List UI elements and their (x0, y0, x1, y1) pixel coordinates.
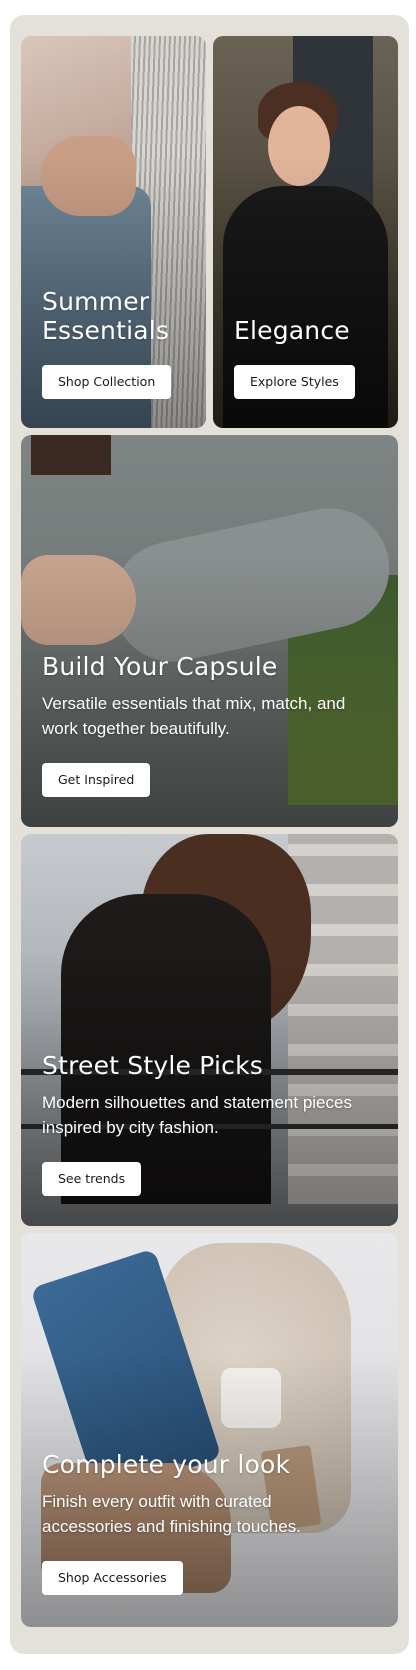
card-title: Summer Essentials (42, 287, 170, 345)
card-street-style-picks: Street Style Picks Modern silhouettes an… (21, 834, 398, 1226)
card-title: Build Your Capsule (42, 652, 278, 681)
card-description: Versatile essentials that mix, match, an… (42, 694, 346, 738)
card-description: Modern silhouettes and statement pieces … (42, 1093, 352, 1137)
card-complete-your-look: Complete your look Finish every outfit w… (21, 1233, 398, 1627)
shop-accessories-button[interactable]: Shop Accessories (42, 1561, 183, 1595)
card-title: Elegance (234, 316, 350, 345)
card-title: Complete your look (42, 1450, 291, 1479)
card-build-your-capsule: Build Your Capsule Versatile essentials … (21, 435, 398, 827)
shop-collection-button[interactable]: Shop Collection (42, 365, 172, 399)
explore-styles-button[interactable]: Explore Styles (234, 365, 355, 399)
see-trends-button[interactable]: See trends (42, 1162, 142, 1196)
card-elegance: Elegance Explore Styles (213, 36, 398, 428)
card-title: Street Style Picks (42, 1051, 263, 1080)
card-summer-essentials: Summer Essentials Shop Collection (21, 36, 206, 428)
card-description: Finish every outfit with curated accesso… (42, 1492, 301, 1536)
page-frame: Summer Essentials Shop Collection Elegan… (10, 15, 409, 1654)
get-inspired-button[interactable]: Get Inspired (42, 763, 151, 797)
